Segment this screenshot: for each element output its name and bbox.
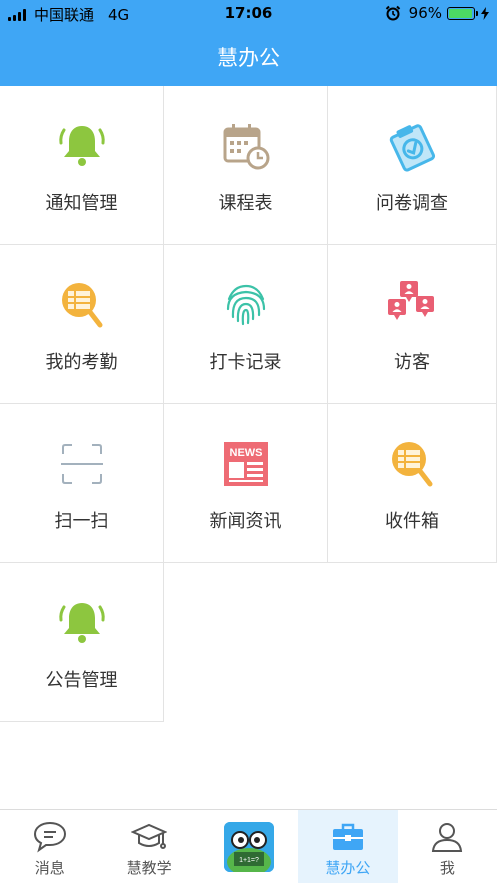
chat-icon <box>33 821 66 853</box>
tab-label: 慧教学 <box>126 859 172 877</box>
grid-item-scan[interactable]: 扫一扫 <box>0 404 164 563</box>
grid-item-label: 我的考勤 <box>45 352 118 373</box>
briefcase-icon <box>332 823 363 850</box>
grid-item-label: 问卷调查 <box>376 193 448 214</box>
grid-item-label: 访客 <box>394 352 430 373</box>
fingerprint-icon <box>226 284 265 326</box>
grid-item-visitor[interactable]: 访客 <box>328 245 497 404</box>
grid-item-label: 课程表 <box>218 193 273 214</box>
grid-item-label: 收件箱 <box>385 511 439 532</box>
tab-smart-office[interactable]: 慧办公 <box>298 810 398 883</box>
person-icon <box>432 823 463 852</box>
news-icon: NEWS <box>223 442 268 486</box>
grid-item-label: 扫一扫 <box>54 511 109 532</box>
clipboard-check-icon <box>389 124 436 172</box>
grid-item-label: 公告管理 <box>45 670 118 691</box>
tab-me[interactable]: 我 <box>398 810 497 883</box>
grid-item-punch-record[interactable]: 打卡记录 <box>164 245 328 404</box>
alarm-icon <box>385 5 400 21</box>
bell-icon <box>58 126 105 166</box>
attendance-search-icon <box>61 283 102 328</box>
tab-label: 消息 <box>34 859 65 877</box>
scan-icon <box>60 444 103 484</box>
grid-item-label: 新闻资讯 <box>209 511 282 532</box>
grid-item-notice-management[interactable]: 通知管理 <box>0 86 164 245</box>
graduation-cap-icon <box>131 823 168 849</box>
calendar-clock-icon <box>223 124 269 170</box>
tab-bar: 消息 慧教学 1+1=? 慧办公 我 <box>0 809 497 883</box>
app-avatar-icon: 1+1=? <box>223 822 274 872</box>
tab-label: 我 <box>439 859 455 877</box>
grid-item-survey[interactable]: 问卷调查 <box>328 86 497 245</box>
grid-item-timetable[interactable]: 课程表 <box>164 86 328 245</box>
grid-item-label: 打卡记录 <box>209 352 282 373</box>
visitor-icon <box>388 281 434 320</box>
battery-icon <box>447 6 478 20</box>
tab-smart-teaching[interactable]: 慧教学 <box>99 810 198 883</box>
tab-messages[interactable]: 消息 <box>0 810 99 883</box>
status-bar: 中国联通 4G 17:06 96% <box>0 0 497 28</box>
grid-item-my-attendance[interactable]: 我的考勤 <box>0 245 164 404</box>
grid-item-inbox[interactable]: 收件箱 <box>328 404 497 563</box>
grid-item-announcement-management[interactable]: 公告管理 <box>0 563 164 722</box>
tab-center-app[interactable]: 1+1=? <box>199 810 298 883</box>
battery-percent: 96% <box>408 4 442 22</box>
page-title: 慧办公 <box>217 46 280 70</box>
tab-label: 慧办公 <box>325 859 371 877</box>
avatar-text: 1+1=? <box>239 857 259 864</box>
nav-bar: 慧办公 <box>0 28 497 86</box>
inbox-search-icon <box>392 442 433 487</box>
charging-icon <box>481 6 489 20</box>
grid-item-label: 通知管理 <box>45 193 118 214</box>
grid-item-news[interactable]: NEWS 新闻资讯 <box>164 404 328 563</box>
bell-icon <box>58 603 105 643</box>
news-icon-text: NEWS <box>229 447 262 459</box>
